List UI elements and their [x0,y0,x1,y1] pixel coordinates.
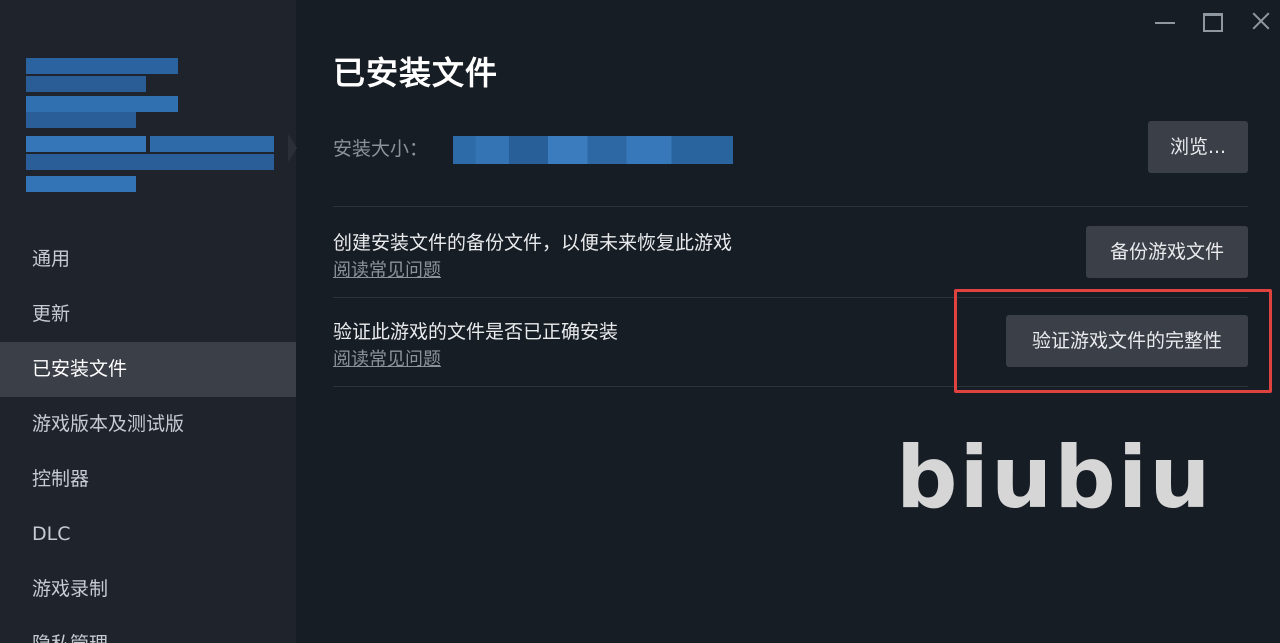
sidebar-item-updates[interactable]: 更新 [0,287,296,342]
page-title: 已安装文件 [333,54,499,92]
sidebar-item-privacy[interactable]: 隐私管理 [0,617,296,643]
watermark-logo: biubiu [896,428,1213,528]
minimize-icon[interactable] [1152,8,1178,34]
sidebar-item-controller[interactable]: 控制器 [0,452,296,507]
install-path-blurred [453,136,733,164]
collapse-caret-icon[interactable] [288,134,297,162]
window-controls [1152,8,1274,34]
backup-faq-link[interactable]: 阅读常见问题 [333,256,441,282]
highlight-annotation-box [954,289,1272,393]
verify-faq-link[interactable]: 阅读常见问题 [333,345,441,371]
close-icon[interactable] [1248,8,1274,34]
sidebar-item-betas[interactable]: 游戏版本及测试版 [0,397,296,452]
backup-game-files-button[interactable]: 备份游戏文件 [1086,226,1248,278]
maximize-icon[interactable] [1200,8,1226,34]
browse-button[interactable]: 浏览... [1148,121,1248,173]
sidebar-item-general[interactable]: 通用 [0,232,296,287]
settings-window: 通用 更新 已安装文件 游戏版本及测试版 控制器 DLC 游戏录制 隐私管理 已… [0,0,1280,643]
install-size-label: 安装大小： [333,138,429,160]
sidebar: 通用 更新 已安装文件 游戏版本及测试版 控制器 DLC 游戏录制 隐私管理 [0,0,297,643]
sidebar-item-installed-files[interactable]: 已安装文件 [0,342,296,397]
verify-description: 验证此游戏的文件是否已正确安装 [333,321,619,343]
sidebar-item-dlc[interactable]: DLC [0,507,296,562]
sidebar-item-game-recording[interactable]: 游戏录制 [0,562,296,617]
backup-description: 创建安装文件的备份文件，以便未来恢复此游戏 [333,232,733,254]
divider [333,206,1248,207]
sidebar-nav: 通用 更新 已安装文件 游戏版本及测试版 控制器 DLC 游戏录制 隐私管理 [0,232,296,643]
